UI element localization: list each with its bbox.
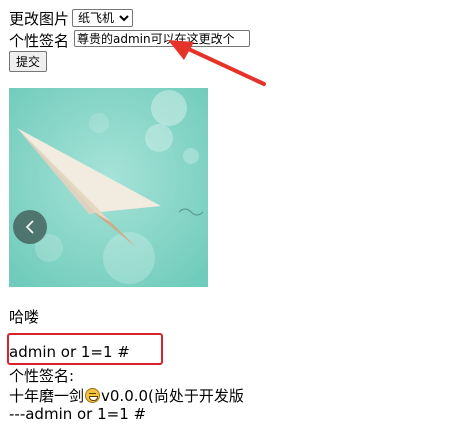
signature-author: ---admin or 1=1 #: [9, 405, 147, 423]
signature-heading: 个性签名:: [9, 367, 75, 385]
signature-text-after: v0.0.0(尚处于开发版: [101, 387, 244, 405]
change-image-label: 更改图片: [9, 10, 70, 28]
paper-plane-image: [9, 88, 208, 287]
greeting-text: 哈喽: [9, 308, 40, 326]
signature-label: 个性签名: [9, 32, 70, 50]
signature-text-before: 十年磨一剑: [9, 387, 85, 405]
chevron-left-icon: [25, 220, 34, 234]
image-select[interactable]: 纸飞机: [72, 9, 133, 27]
grinning-sweat-face-icon: [85, 388, 101, 403]
carousel-prev-button[interactable]: [13, 210, 47, 244]
annotation-arrow: [168, 40, 266, 86]
username-text: admin or 1=1 #: [9, 343, 130, 361]
submit-button[interactable]: 提交: [9, 51, 48, 72]
signature-text: 十年磨一剑 v0.0.0(尚处于开发版: [9, 385, 244, 406]
